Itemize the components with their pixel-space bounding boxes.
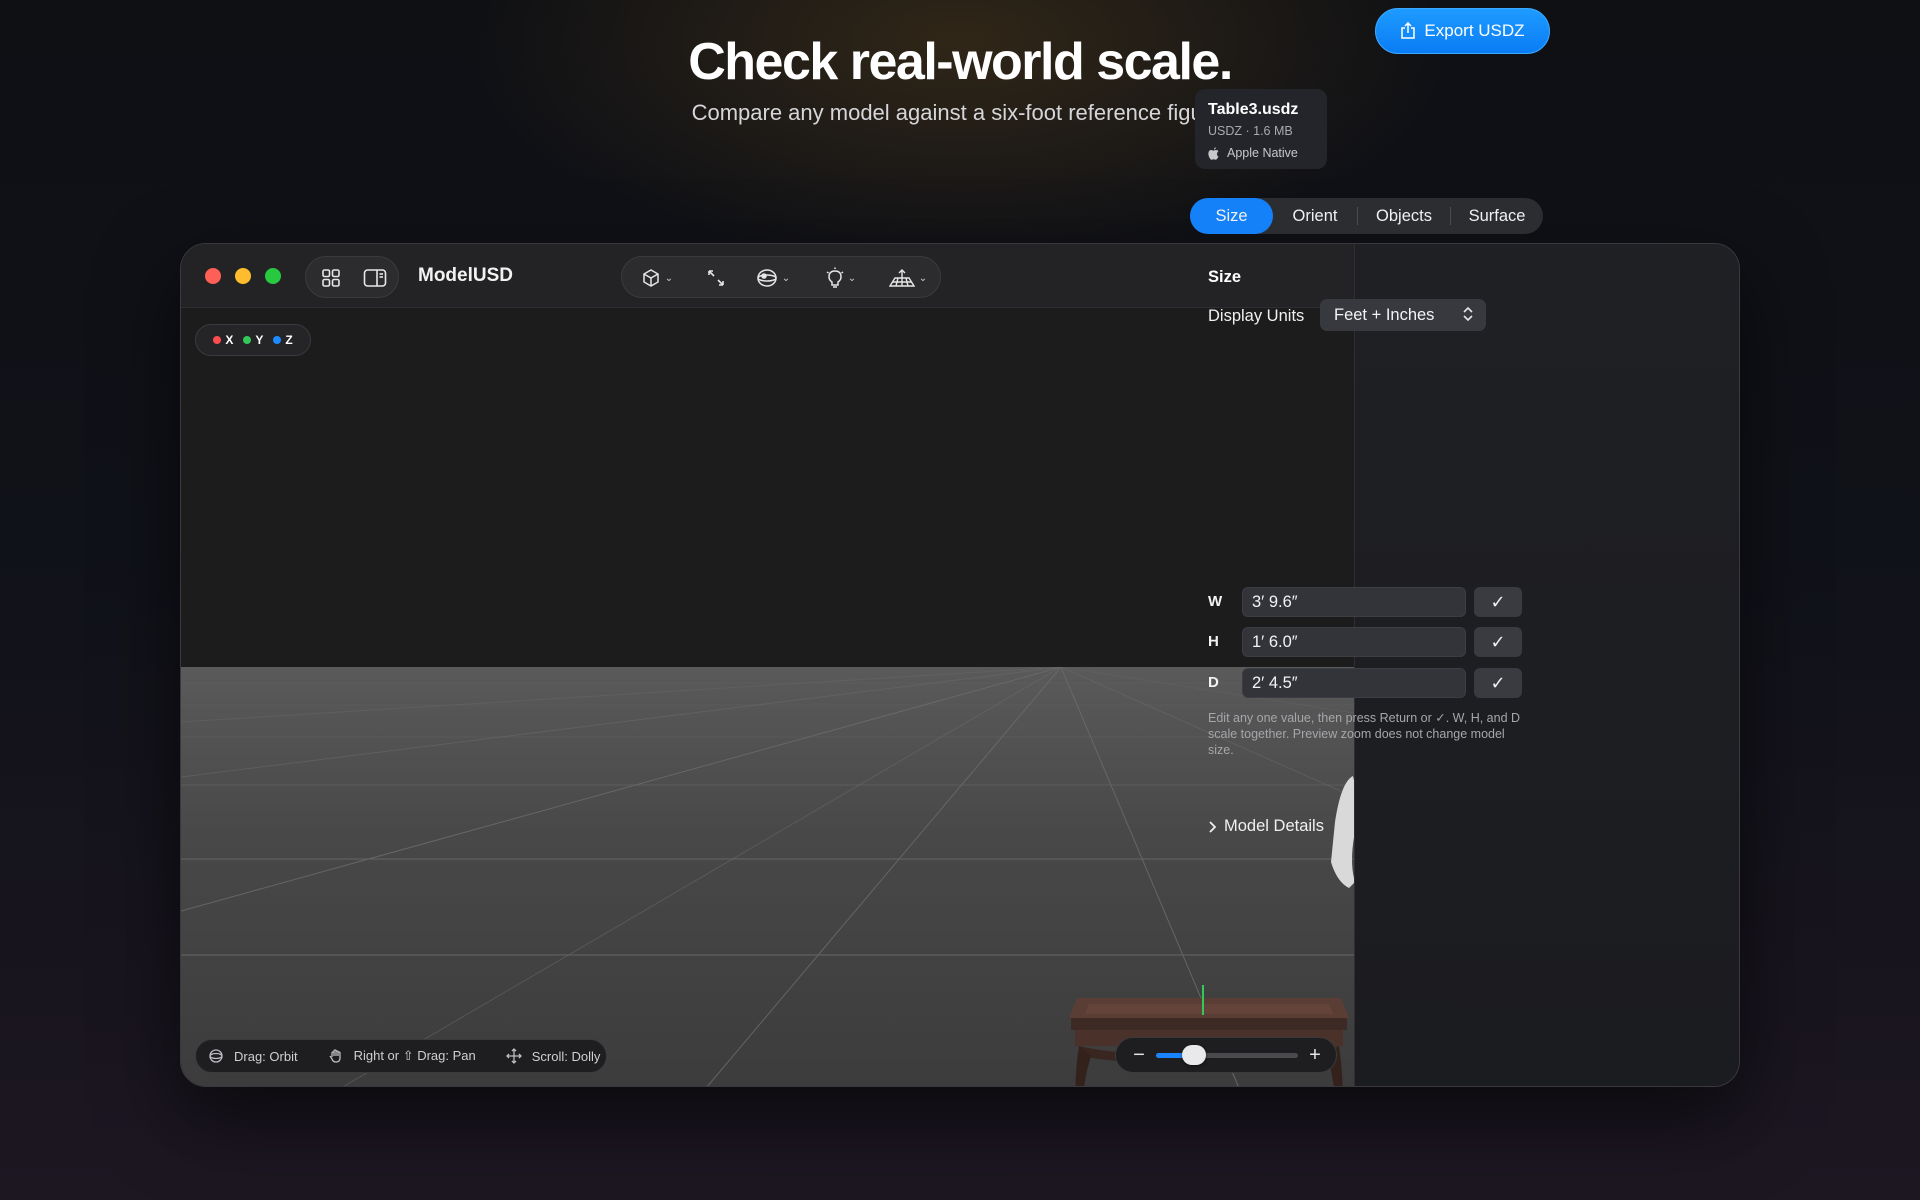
display-units-label: Display Units <box>1208 307 1305 325</box>
height-input[interactable]: 1′ 6.0″ <box>1242 627 1466 657</box>
close-window-button[interactable] <box>205 268 221 284</box>
zoom-slider-thumb[interactable] <box>1182 1045 1207 1065</box>
viewer-toolbar: ⌄ ⌄ ⌄ ⌄ <box>621 256 941 298</box>
axis-x: X <box>213 333 233 347</box>
hero-subtitle: Compare any model against a six-foot ref… <box>691 100 1229 125</box>
file-native: Apple Native <box>1208 146 1298 160</box>
hint-orbit: Drag: Orbit <box>234 1048 298 1064</box>
app-window: ModelUSD ⌄ ⌄ ⌄ ⌄ X Y Z Drag: Orbit Right… <box>180 243 1740 1087</box>
pan-hand-icon <box>328 1048 344 1064</box>
share-icon <box>1401 22 1416 39</box>
move-arrows-icon <box>505 1048 522 1064</box>
zoom-in-button[interactable]: + <box>1304 1044 1326 1066</box>
zoom-window-button[interactable] <box>265 268 281 284</box>
zoom-out-button[interactable]: − <box>1128 1044 1150 1066</box>
export-usdz-label: Export USDZ <box>1424 21 1525 40</box>
app-title: ModelUSD <box>418 265 513 286</box>
tab-orient[interactable]: Orient <box>1273 198 1357 234</box>
inspector-panel <box>1354 244 1739 1086</box>
dimension-key: D <box>1208 674 1219 691</box>
expand-icon[interactable] <box>696 257 736 299</box>
y-axis-indicator <box>1202 985 1204 1015</box>
hint-dolly: Scroll: Dolly <box>531 1048 601 1064</box>
export-usdz-button[interactable]: Export USDZ <box>1375 8 1550 54</box>
lightbulb-icon[interactable]: ⌄ <box>818 257 864 299</box>
checkmark-icon: ✓ <box>1490 631 1506 652</box>
width-input[interactable]: 3′ 9.6″ <box>1242 587 1466 617</box>
title-bar: ModelUSD ⌄ ⌄ ⌄ ⌄ <box>181 244 1354 308</box>
hint-pan: Right or ⇧ Drag: Pan <box>353 1048 476 1063</box>
zoom-slider[interactable] <box>1156 1045 1298 1065</box>
view-toggle-group <box>305 256 399 298</box>
model-details-label: Model Details <box>1224 817 1324 835</box>
hero-title: Check real-world scale. <box>688 33 1233 91</box>
apple-logo-icon <box>1208 146 1219 160</box>
ground-grid-icon[interactable]: ⌄ <box>882 257 934 299</box>
inspector-tabs: Size Orient Objects Surface <box>1190 198 1543 234</box>
minimize-window-button[interactable] <box>235 268 251 284</box>
cube-icon[interactable]: ⌄ <box>632 257 682 299</box>
chevron-right-icon <box>1209 820 1216 833</box>
checkmark-icon: ✓ <box>1490 591 1506 612</box>
zoom-control: − + <box>1115 1037 1337 1073</box>
display-units-value: Feet + Inches <box>1334 305 1435 324</box>
axis-y: Y <box>243 333 263 347</box>
grid-icon[interactable] <box>316 257 346 299</box>
reference-figure[interactable] <box>1321 712 1354 1087</box>
size-help-text: Edit any one value, then press Return or… <box>1208 711 1521 757</box>
size-section-title: Size <box>1208 268 1242 286</box>
sidebar-icon[interactable] <box>360 257 390 299</box>
native-label: Apple Native <box>1227 146 1298 160</box>
apply-depth-button[interactable]: ✓ <box>1474 668 1522 698</box>
environment-icon[interactable]: ⌄ <box>748 257 798 299</box>
model-details-disclosure[interactable]: Model Details <box>1208 817 1324 836</box>
file-meta: USDZ · 1.6 MB <box>1208 124 1293 138</box>
file-name: Table3.usdz <box>1208 101 1299 118</box>
navigation-hints: Drag: Orbit Right or ⇧ Drag: Pan Scroll:… <box>195 1039 607 1073</box>
apply-width-button[interactable]: ✓ <box>1474 587 1522 617</box>
tab-size[interactable]: Size <box>1190 198 1273 234</box>
axis-legend: X Y Z <box>195 324 311 356</box>
checkmark-icon: ✓ <box>1490 672 1506 693</box>
tab-objects[interactable]: Objects <box>1358 198 1450 234</box>
dimension-key: H <box>1208 633 1219 650</box>
chevron-updown-icon <box>1463 306 1473 322</box>
depth-input[interactable]: 2′ 4.5″ <box>1242 668 1466 698</box>
orbit-icon <box>208 1048 224 1064</box>
tab-surface[interactable]: Surface <box>1451 198 1543 234</box>
3d-viewport[interactable]: ModelUSD ⌄ ⌄ ⌄ ⌄ X Y Z Drag: Orbit Right… <box>181 244 1354 1087</box>
apply-height-button[interactable]: ✓ <box>1474 627 1522 657</box>
dimension-key: W <box>1208 593 1223 610</box>
axis-z: Z <box>273 333 293 347</box>
display-units-select[interactable]: Feet + Inches <box>1320 299 1486 331</box>
